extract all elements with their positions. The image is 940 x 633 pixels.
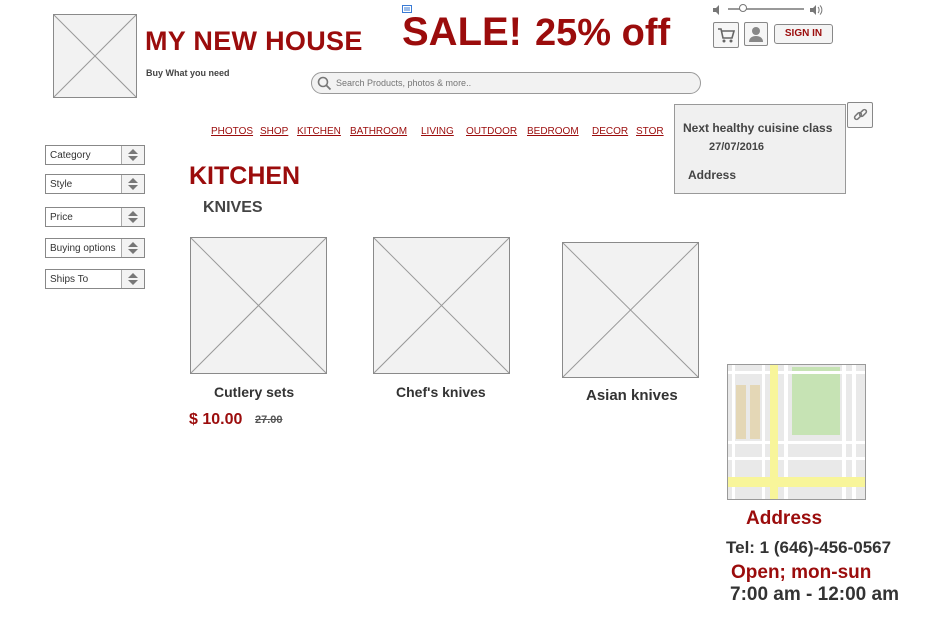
- image-icon: [402, 0, 412, 13]
- volume-low-icon[interactable]: [712, 3, 724, 15]
- filter-label: Style: [50, 179, 73, 190]
- page-subtitle: KNIVES: [203, 199, 263, 216]
- product-name[interactable]: Asian knives: [586, 387, 678, 404]
- filter-label: Category: [50, 150, 91, 161]
- brand-tagline: Buy What you need: [146, 68, 230, 78]
- sale-banner-title: SALE!: [402, 10, 522, 54]
- product-image[interactable]: [562, 242, 699, 378]
- filter-label: Buying options: [50, 243, 116, 254]
- contact-title: Address: [746, 508, 823, 529]
- sale-banner-offer: 25% off: [535, 12, 671, 54]
- product-name[interactable]: Cutlery sets: [214, 384, 294, 400]
- event-date: 27/07/2016: [709, 141, 765, 153]
- user-icon: [749, 27, 763, 42]
- filter-label: Ships To: [50, 274, 89, 285]
- search-icon: [317, 76, 332, 91]
- product-image[interactable]: [190, 237, 327, 374]
- brand-name: MY NEW HOUSE: [145, 26, 363, 56]
- nav-bedroom[interactable]: BEDROOM: [527, 126, 579, 137]
- event-title: Next healthy cuisine class: [683, 121, 833, 135]
- sign-in-button[interactable]: SIGN IN: [774, 24, 833, 44]
- filter-category[interactable]: Category: [45, 145, 145, 165]
- event-card: Next healthy cuisine class 27/07/2016 Ad…: [674, 104, 846, 194]
- filter-label: Price: [50, 212, 73, 223]
- up-down-arrow-icon: [121, 239, 144, 257]
- search-bar[interactable]: [311, 72, 701, 94]
- product-old-price: 27.00: [255, 414, 283, 426]
- volume-high-icon[interactable]: [809, 3, 823, 15]
- logo-image: [53, 14, 137, 98]
- filter-style[interactable]: Style: [45, 174, 145, 194]
- event-address: Address: [688, 168, 737, 182]
- filter-buying-options[interactable]: Buying options: [45, 238, 145, 258]
- nav-store[interactable]: STOR: [636, 126, 664, 137]
- nav-bathroom[interactable]: BATHROOM: [350, 126, 407, 137]
- volume-slider-thumb[interactable]: [739, 4, 748, 12]
- nav-living[interactable]: LIVING: [421, 126, 454, 137]
- up-down-arrow-icon: [121, 146, 144, 164]
- up-down-arrow-icon: [121, 208, 144, 226]
- link-button[interactable]: [847, 102, 873, 128]
- map[interactable]: [727, 364, 866, 500]
- up-down-arrow-icon: [121, 270, 144, 288]
- product-name[interactable]: Chef's knives: [396, 384, 486, 400]
- contact-open-days: Open; mon-sun: [731, 562, 872, 583]
- nav-shop[interactable]: SHOP: [260, 126, 288, 137]
- product-price: $ 10.00: [189, 411, 243, 428]
- nav-photos[interactable]: PHOTOS: [211, 126, 253, 137]
- link-icon: [853, 108, 868, 121]
- up-down-arrow-icon: [121, 175, 144, 193]
- nav-outdoor[interactable]: OUTDOOR: [466, 126, 517, 137]
- search-input[interactable]: [336, 75, 691, 91]
- nav-kitchen[interactable]: KITCHEN: [297, 126, 341, 137]
- page-title: KITCHEN: [189, 162, 301, 190]
- cart-icon: [718, 28, 736, 43]
- contact-hours: 7:00 am - 12:00 am: [730, 584, 899, 605]
- cart-button[interactable]: [713, 22, 739, 48]
- user-button[interactable]: [744, 22, 768, 46]
- product-image[interactable]: [373, 237, 510, 374]
- filter-ships-to[interactable]: Ships To: [45, 269, 145, 289]
- nav-decor[interactable]: DECOR: [592, 126, 628, 137]
- filter-price[interactable]: Price: [45, 207, 145, 227]
- contact-phone: Tel: 1 (646)-456-0567: [726, 538, 892, 557]
